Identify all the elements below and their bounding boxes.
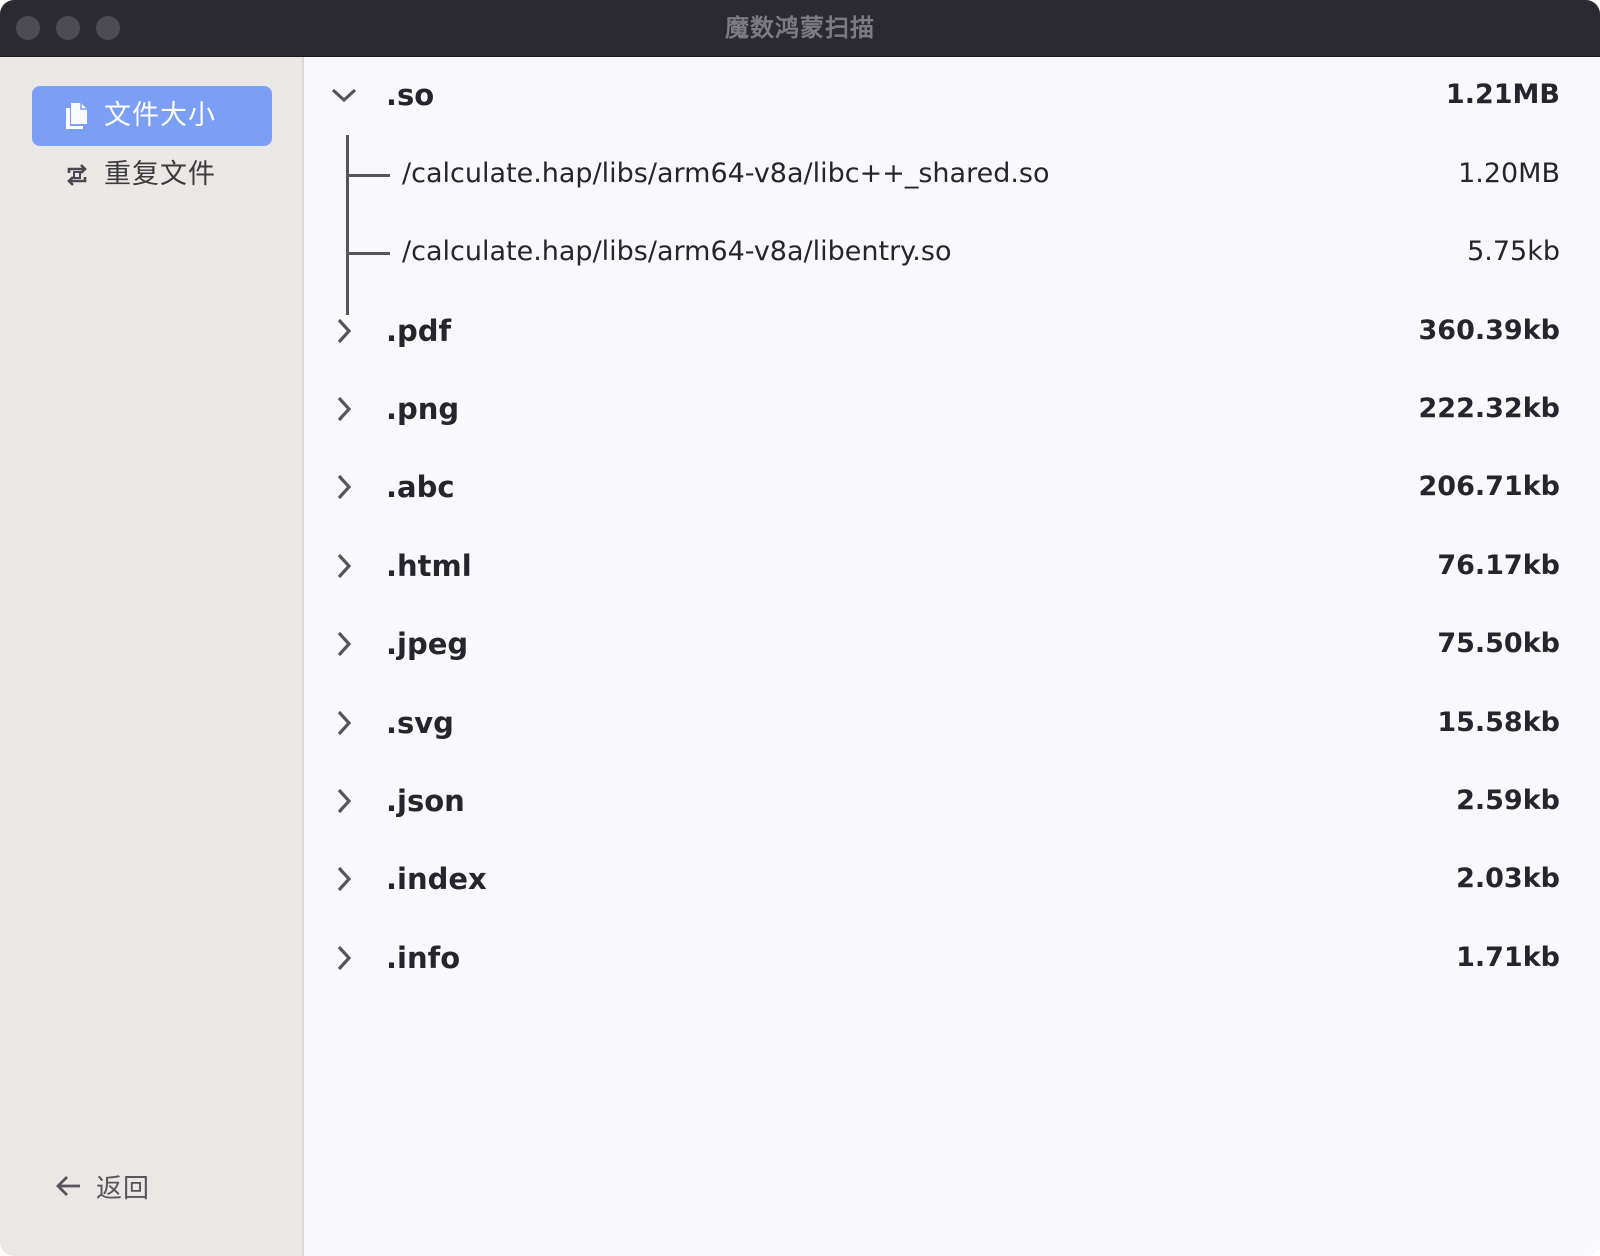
group-extension: .jpeg xyxy=(386,627,469,661)
window-title: 魔数鸿蒙扫描 xyxy=(725,14,875,42)
chevron-right-icon[interactable] xyxy=(328,393,360,425)
chevron-down-icon[interactable] xyxy=(328,79,360,111)
tree-group-row[interactable]: .pdf 360.39kb xyxy=(304,301,1600,361)
back-button[interactable]: 返回 xyxy=(54,1168,150,1204)
sidebar: 文件大小 重复文件 返回 xyxy=(0,57,304,1256)
group-extension: .abc xyxy=(386,470,455,504)
chevron-right-icon[interactable] xyxy=(328,315,360,347)
group-size: 206.71kb xyxy=(1418,471,1560,502)
file-size-tree: .so 1.21MB /calculate.hap/libs/arm64-v8a… xyxy=(304,57,1600,1256)
group-extension: .info xyxy=(386,941,461,975)
chevron-right-icon[interactable] xyxy=(328,707,360,739)
tree-group-row[interactable]: .index 2.03kb xyxy=(304,849,1600,909)
tree-group-row[interactable]: .json 2.59kb xyxy=(304,771,1600,831)
tree-group-row[interactable]: .svg 15.58kb xyxy=(304,693,1600,753)
group-extension: .so xyxy=(386,78,435,112)
group-extension: .index xyxy=(386,862,487,896)
group-extension: .svg xyxy=(386,706,454,740)
sidebar-item-label: 重复文件 xyxy=(104,159,216,190)
group-size: 2.03kb xyxy=(1456,863,1560,894)
tree-child-row[interactable]: /calculate.hap/libs/arm64-v8a/libentry.s… xyxy=(304,222,1600,282)
group-extension: .png xyxy=(386,392,460,426)
arrow-left-icon xyxy=(56,1176,80,1196)
file-path: /calculate.hap/libs/arm64-v8a/libc++_sha… xyxy=(402,158,1050,189)
sidebar-item-duplicate-files[interactable]: 重复文件 xyxy=(32,145,272,205)
group-size: 360.39kb xyxy=(1418,315,1560,346)
file-size: 5.75kb xyxy=(1467,236,1560,267)
group-extension: .pdf xyxy=(386,314,452,348)
group-size: 76.17kb xyxy=(1437,550,1560,581)
title-bar: 魔数鸿蒙扫描 xyxy=(0,0,1600,57)
file-path: /calculate.hap/libs/arm64-v8a/libentry.s… xyxy=(402,236,952,267)
group-extension: .json xyxy=(386,784,465,818)
tree-group-row[interactable]: .html 76.17kb xyxy=(304,536,1600,596)
group-extension: .html xyxy=(386,549,472,583)
sidebar-item-label: 文件大小 xyxy=(104,100,216,131)
tree-group-row[interactable]: .info 1.71kb xyxy=(304,928,1600,988)
group-size: 222.32kb xyxy=(1418,393,1560,424)
group-size: 2.59kb xyxy=(1456,785,1560,816)
tree-group-row[interactable]: .jpeg 75.50kb xyxy=(304,614,1600,674)
group-size: 1.71kb xyxy=(1456,942,1560,973)
file-size: 1.20MB xyxy=(1458,158,1560,189)
tree-group-row[interactable]: .so 1.21MB xyxy=(304,65,1600,125)
app-window: 魔数鸿蒙扫描 文件大小 重复文件 返回 .so 1.21MB /calculat… xyxy=(0,0,1600,1256)
back-label: 返回 xyxy=(96,1173,151,1204)
tree-group-row[interactable]: .png 222.32kb xyxy=(304,379,1600,439)
sidebar-item-file-size[interactable]: 文件大小 xyxy=(32,86,272,146)
chevron-right-icon[interactable] xyxy=(328,863,360,895)
copy-files-icon xyxy=(66,103,87,129)
tree-group-row[interactable]: .abc 206.71kb xyxy=(304,457,1600,517)
chevron-right-icon[interactable] xyxy=(328,785,360,817)
chevron-right-icon[interactable] xyxy=(328,942,360,974)
group-size: 15.58kb xyxy=(1437,707,1560,738)
chevron-right-icon[interactable] xyxy=(328,471,360,503)
tree-child-row[interactable]: /calculate.hap/libs/arm64-v8a/libc++_sha… xyxy=(304,144,1600,204)
repeat-icon xyxy=(67,164,87,186)
group-size: 75.50kb xyxy=(1437,628,1560,659)
chevron-right-icon[interactable] xyxy=(328,550,360,582)
chevron-right-icon[interactable] xyxy=(328,628,360,660)
group-size: 1.21MB xyxy=(1445,79,1560,110)
